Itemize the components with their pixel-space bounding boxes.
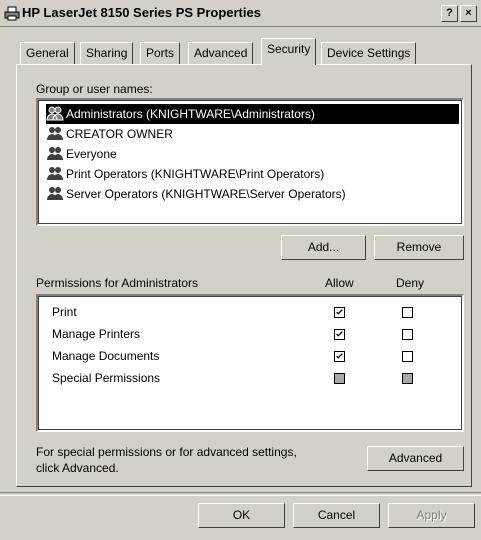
- deny-manage-printers-checkbox[interactable]: [402, 329, 413, 340]
- users-icon: [47, 187, 63, 200]
- permission-row-manage-printers: Manage Printers: [52, 327, 141, 341]
- close-button[interactable]: ×: [460, 5, 477, 22]
- users-icon: [47, 147, 63, 160]
- properties-dialog: HP LaserJet 8150 Series PS Properties ? …: [0, 0, 481, 540]
- add-button[interactable]: Add...: [281, 235, 366, 260]
- tab-ports[interactable]: Ports: [140, 42, 181, 64]
- deny-header: Deny: [396, 276, 425, 290]
- allow-special-checkbox[interactable]: [334, 373, 345, 384]
- list-item-everyone[interactable]: Everyone: [46, 144, 117, 164]
- users-icon: [47, 167, 63, 180]
- list-item-server-operators[interactable]: Server Operators (KNIGHTWARE\Server Oper…: [46, 184, 346, 204]
- tab-device-settings[interactable]: Device Settings: [321, 42, 417, 64]
- list-item-creator-owner[interactable]: CREATOR OWNER: [46, 124, 173, 144]
- window-title: HP LaserJet 8150 Series PS Properties: [22, 5, 261, 20]
- list-item-administrators[interactable]: Administrators (KNIGHTWARE\Administrator…: [46, 104, 459, 124]
- tab-security[interactable]: Security: [261, 38, 317, 65]
- permissions-label: Permissions for Administrators: [36, 276, 199, 290]
- deny-print-checkbox[interactable]: [402, 307, 413, 318]
- cancel-button[interactable]: Cancel: [293, 503, 380, 528]
- divider: [0, 492, 481, 496]
- permission-row-print: Print: [52, 305, 77, 319]
- tab-general[interactable]: General: [20, 42, 75, 64]
- permission-row-manage-documents: Manage Documents: [52, 349, 160, 363]
- tab-sharing[interactable]: Sharing: [80, 42, 134, 64]
- remove-button[interactable]: Remove: [374, 235, 464, 260]
- ok-button[interactable]: OK: [198, 503, 285, 528]
- allow-header: Allow: [325, 276, 354, 290]
- apply-button[interactable]: Apply: [388, 503, 475, 528]
- allow-print-checkbox[interactable]: [334, 307, 345, 318]
- list-item-print-operators[interactable]: Print Operators (KNIGHTWARE\Print Operat…: [46, 164, 324, 184]
- advanced-note-2: click Advanced.: [36, 461, 119, 475]
- allow-manage-documents-checkbox[interactable]: [334, 351, 345, 362]
- deny-special-checkbox[interactable]: [402, 373, 413, 384]
- permission-row-special: Special Permissions: [52, 371, 161, 385]
- deny-manage-documents-checkbox[interactable]: [402, 351, 413, 362]
- allow-manage-printers-checkbox[interactable]: [334, 329, 345, 340]
- title-bar[interactable]: HP LaserJet 8150 Series PS Properties ? …: [0, 0, 481, 27]
- users-icon: [47, 127, 63, 140]
- help-button[interactable]: ?: [441, 5, 458, 22]
- group-names-list[interactable]: Administrators (KNIGHTWARE\Administrator…: [36, 98, 464, 226]
- group-names-label: Group or user names:: [36, 82, 153, 96]
- tab-advanced[interactable]: Advanced: [188, 42, 254, 64]
- permissions-list[interactable]: Print Manage Printers Manage Documents S…: [36, 294, 464, 432]
- advanced-note: For special permissions or for advanced …: [36, 445, 297, 459]
- advanced-button[interactable]: Advanced: [367, 446, 464, 471]
- printer-icon: [4, 6, 20, 21]
- users-icon: [46, 106, 64, 121]
